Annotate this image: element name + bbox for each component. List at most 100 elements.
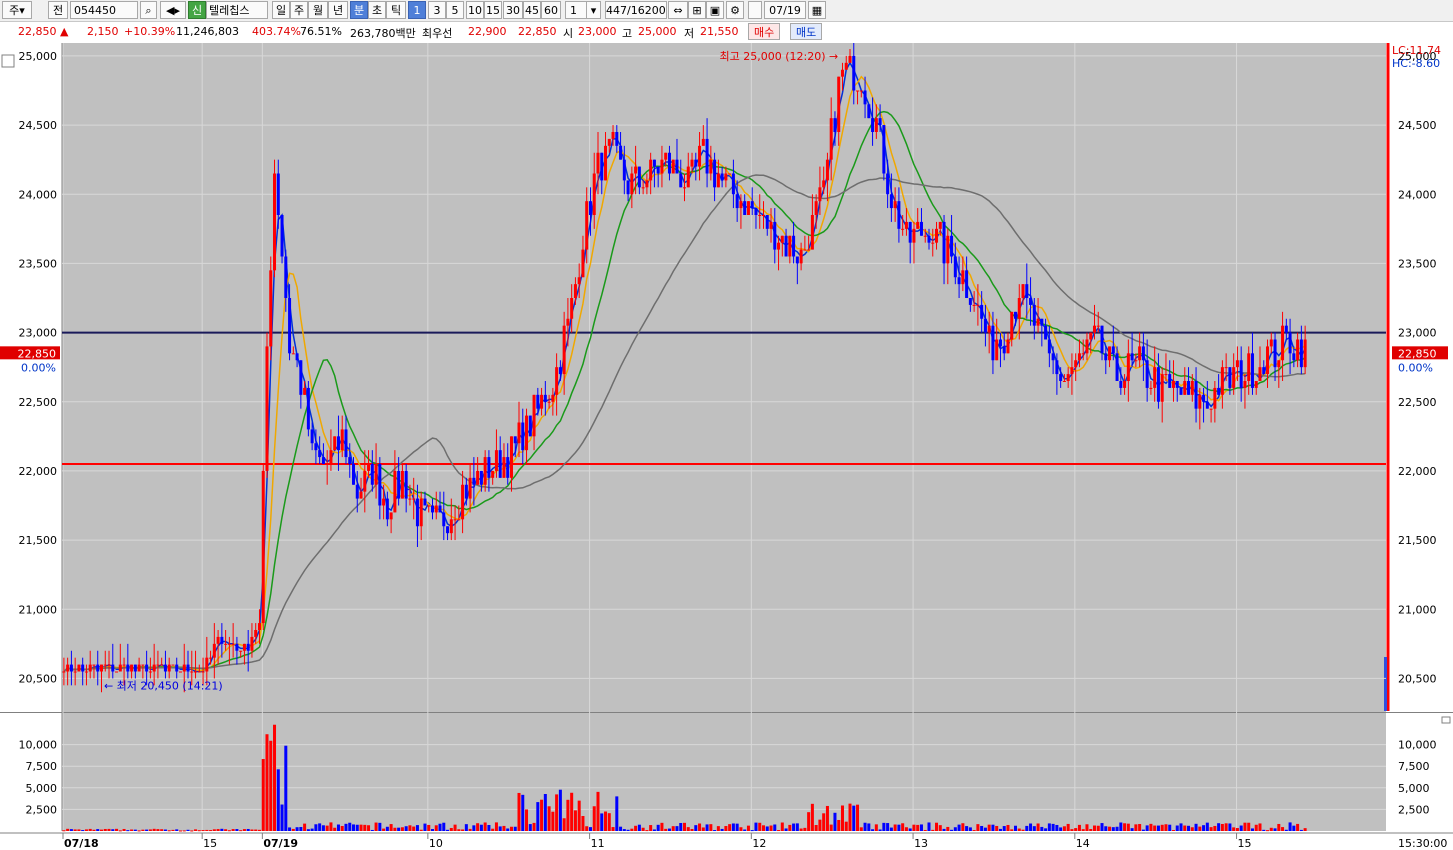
volume-bar: [637, 824, 641, 831]
candle-body: [919, 221, 923, 236]
zoom-icon[interactable]: ⊞: [688, 1, 706, 19]
volume-bar: [679, 823, 683, 831]
volume-bar: [1021, 829, 1025, 831]
volume-bar: [419, 829, 423, 831]
volume-bar: [1202, 825, 1206, 831]
scroll-icon[interactable]: ⇔: [668, 1, 688, 19]
candle-body: [1247, 353, 1251, 381]
candle-body: [558, 367, 562, 375]
volume-bar: [239, 830, 243, 832]
volume-bar: [156, 829, 160, 831]
count-field[interactable]: 447/16200: [605, 1, 667, 19]
volume-bar: [1092, 825, 1096, 831]
save-icon[interactable]: ▣: [706, 1, 724, 19]
volume-bar: [1171, 829, 1175, 831]
volume-bar: [980, 825, 984, 831]
sell-button[interactable]: 매도: [790, 23, 823, 40]
candle-body: [705, 138, 709, 174]
candle-body: [1153, 367, 1157, 388]
y-tick-left: 24,000: [19, 188, 58, 201]
interval-3[interactable]: 3: [428, 1, 446, 19]
period-week[interactable]: 주: [290, 1, 308, 19]
period-second[interactable]: 초: [368, 1, 386, 19]
candle-body: [1066, 374, 1070, 381]
speaker-icon[interactable]: ◀▸: [160, 1, 186, 19]
interval-10[interactable]: 10: [466, 1, 484, 19]
candle-body: [1115, 353, 1119, 381]
candle-body: [306, 387, 310, 430]
candle-body: [491, 470, 495, 478]
volume-tick-left: 5,000: [26, 782, 58, 795]
candle-body: [803, 249, 807, 251]
candle-body: [1029, 298, 1033, 305]
candle-body: [370, 464, 374, 485]
period-tick[interactable]: 틱: [386, 1, 406, 19]
volume-bar: [1258, 823, 1262, 831]
interval-60[interactable]: 60: [541, 1, 561, 19]
volume-bar: [288, 827, 292, 831]
y-tick-right: 24,000: [1398, 188, 1437, 201]
volume-bar: [269, 740, 273, 831]
volume-bar: [799, 828, 803, 831]
volume-bar: [1077, 824, 1081, 831]
quote-bar: 22,850 ▲ 2,150 +10.39% 11,246,803 403.74…: [0, 22, 1453, 44]
buy-button[interactable]: 매수: [748, 23, 781, 40]
candle-body: [461, 484, 465, 520]
volume-bar: [795, 823, 799, 831]
volume-bar: [686, 827, 690, 831]
gear-icon[interactable]: ⚙: [726, 1, 744, 19]
volume-bar: [62, 830, 66, 832]
period-day[interactable]: 일: [272, 1, 290, 19]
candle-body: [1262, 367, 1266, 375]
date-input[interactable]: 07/19: [764, 1, 806, 19]
stock-name[interactable]: 텔레칩스: [206, 1, 268, 19]
checkbox-icon[interactable]: [748, 1, 762, 19]
candle-body: [622, 159, 626, 181]
volume-bar: [73, 829, 77, 831]
candle-body: [1187, 381, 1191, 395]
candle-body: [205, 657, 209, 672]
candle-body: [385, 498, 389, 520]
x-tick-label: 12: [752, 837, 766, 850]
volume-bar: [1002, 826, 1006, 831]
interval-30[interactable]: 30: [503, 1, 523, 19]
candle-body: [393, 470, 397, 513]
period-minute[interactable]: 분: [350, 1, 368, 19]
search-icon[interactable]: ⌕: [140, 1, 157, 19]
interval-1[interactable]: 1: [408, 1, 426, 19]
candle-body: [250, 636, 254, 651]
stock-code-input[interactable]: 054450: [70, 1, 138, 19]
period-month[interactable]: 월: [308, 1, 328, 19]
market-select[interactable]: 전: [48, 1, 68, 19]
interval-5[interactable]: 5: [446, 1, 464, 19]
volume-bar: [476, 823, 480, 831]
volume-bar: [904, 827, 908, 831]
interval-45[interactable]: 45: [523, 1, 541, 19]
candle-body: [355, 484, 359, 499]
type-select[interactable]: 주▾: [2, 1, 32, 19]
candlestick-chart[interactable]: 25,000 25,00024,500 24,50024,000 24,00023,5…: [0, 43, 1453, 850]
period-year[interactable]: 년: [328, 1, 348, 19]
volume-bar: [1299, 829, 1303, 831]
volume-bar: [671, 826, 675, 831]
volume-bar: [968, 827, 972, 831]
candle-body: [916, 221, 920, 229]
volume-bar: [923, 829, 927, 831]
candle-body: [724, 173, 728, 181]
volume-bar: [205, 829, 209, 831]
candle-body: [261, 470, 265, 624]
volume-tick-left: 2,500: [26, 803, 58, 816]
interval-15[interactable]: 15: [484, 1, 502, 19]
candle-body: [400, 470, 404, 499]
volume-bar: [111, 829, 115, 831]
volume-bar: [840, 805, 844, 831]
x-tick-label: 11: [591, 837, 605, 850]
volume-bar: [434, 825, 438, 831]
unit-dropdown-icon[interactable]: ▾: [586, 1, 601, 19]
candle-body: [1089, 332, 1093, 340]
candle-body: [972, 304, 976, 306]
candle-body: [882, 125, 886, 174]
calendar-icon[interactable]: ▦: [808, 1, 826, 19]
volume-bar: [1224, 823, 1228, 831]
candle-body: [543, 394, 547, 402]
